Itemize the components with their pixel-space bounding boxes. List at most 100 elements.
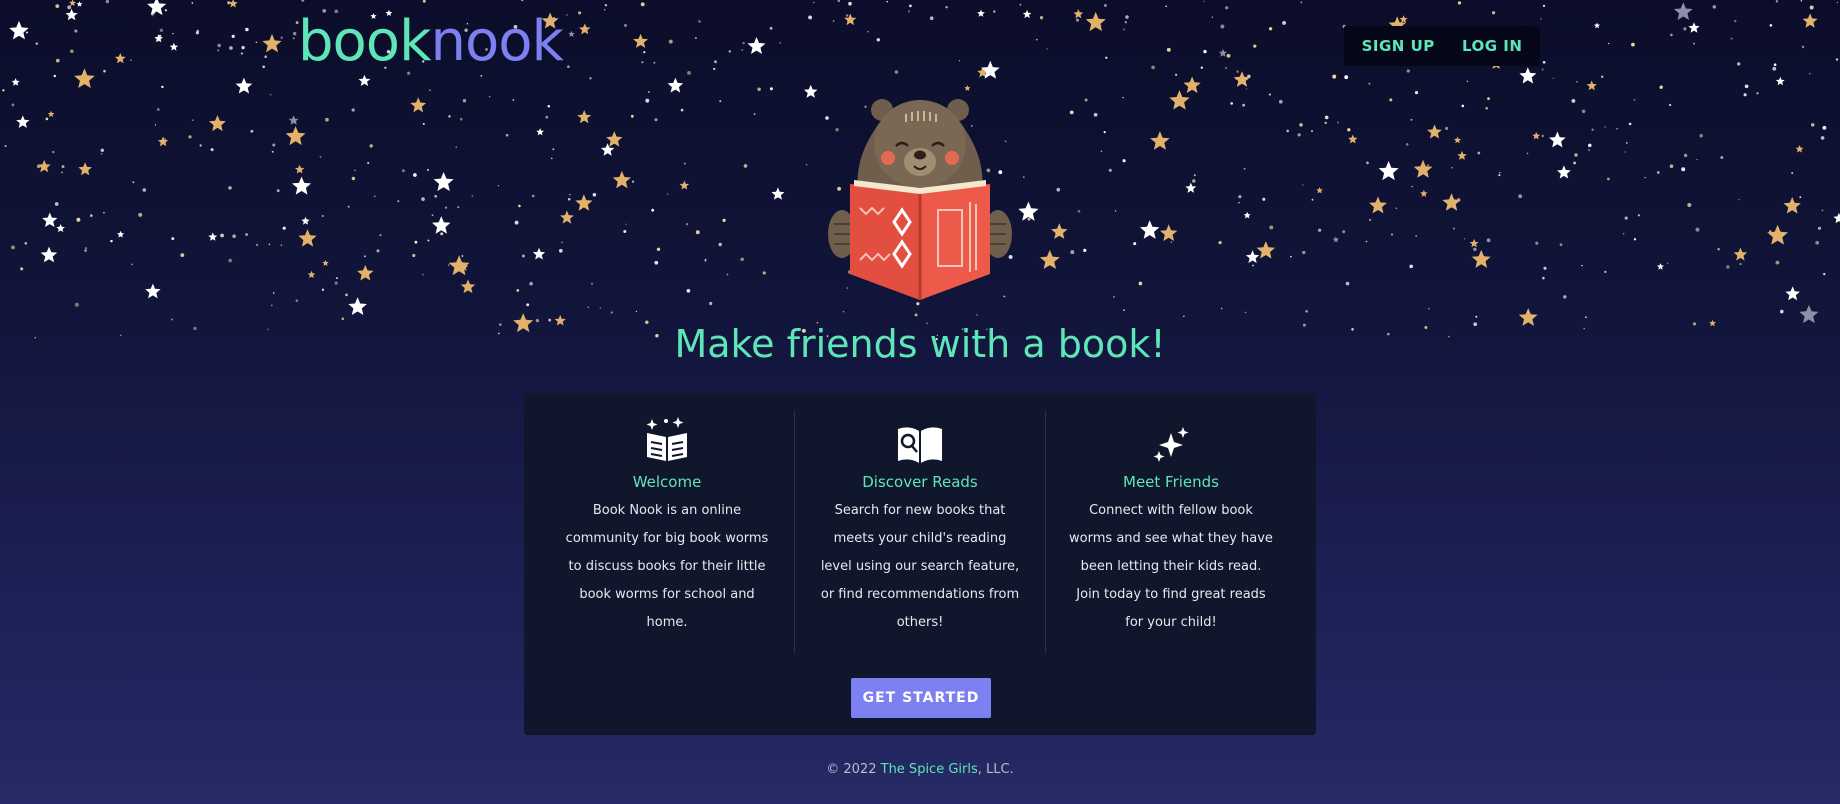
get-started-button[interactable]: GET STARTED — [851, 678, 991, 718]
star-decoration — [612, 170, 631, 189]
star-dot — [220, 233, 224, 238]
star-dot — [1083, 248, 1087, 252]
star-dot — [1268, 27, 1273, 31]
star-dot — [1193, 174, 1196, 177]
footer-brand-link[interactable]: The Spice Girls — [881, 762, 978, 777]
star-decoration — [298, 229, 317, 247]
star-dot — [210, 148, 214, 152]
star-decoration — [1733, 247, 1748, 261]
star-dot — [1822, 125, 1827, 130]
star-dot — [1624, 216, 1628, 220]
star-dot — [805, 163, 808, 166]
star-decoration — [1243, 211, 1251, 219]
star-decoration — [771, 187, 785, 200]
star-dot — [1820, 136, 1825, 140]
star-dot — [685, 223, 689, 226]
star-dot — [89, 214, 93, 217]
star-dot — [1235, 78, 1238, 80]
star-dot — [497, 185, 499, 187]
star-decoration — [47, 110, 55, 117]
star-dot — [680, 108, 684, 112]
star-dot — [245, 233, 249, 236]
star-dot — [321, 214, 324, 218]
star-decoration — [357, 265, 374, 281]
star-dot — [1616, 128, 1618, 130]
star-decoration — [1183, 76, 1201, 93]
feature-welcome: Welcome Book Nook is an online community… — [542, 411, 792, 647]
star-dot — [196, 29, 200, 33]
star-decoration — [448, 255, 470, 276]
star-decoration — [262, 34, 282, 53]
star-dot — [217, 49, 220, 52]
star-dot — [945, 6, 948, 9]
star-dot — [1835, 58, 1839, 61]
star-decoration — [358, 74, 371, 86]
star-dot — [1133, 242, 1137, 246]
star-dot — [1628, 122, 1632, 126]
star-dot — [587, 306, 590, 309]
star-decoration — [169, 42, 179, 51]
feature-meet-friends: Meet Friends Connect with fellow book wo… — [1046, 411, 1296, 647]
star-dot — [1540, 18, 1542, 20]
star-dot — [1390, 233, 1394, 236]
star-decoration — [157, 136, 169, 147]
booknook-logo[interactable]: booknook — [298, 14, 564, 70]
star-dot — [130, 59, 132, 62]
star-dot — [55, 58, 60, 63]
star-dot — [231, 34, 235, 39]
star-dot — [1625, 141, 1628, 144]
star-decoration — [1073, 9, 1084, 19]
star-decoration — [1369, 196, 1387, 214]
star-dot — [1183, 315, 1185, 318]
log-in-link[interactable]: LOG IN — [1462, 37, 1522, 55]
star-dot — [1368, 218, 1372, 222]
star-decoration — [1332, 236, 1339, 243]
star-dot — [1574, 153, 1578, 157]
star-dot — [24, 242, 28, 245]
star-dot — [11, 245, 15, 250]
star-decoration — [1420, 189, 1428, 197]
star-decoration — [977, 9, 985, 17]
logo-nook-text: nook — [430, 9, 564, 74]
star-dot — [1773, 63, 1777, 67]
star-dot — [1113, 296, 1115, 298]
star-decoration — [228, 0, 238, 8]
star-dot — [369, 144, 373, 148]
star-dot — [1452, 227, 1455, 230]
star-dot — [1244, 311, 1247, 314]
star-dot — [1563, 295, 1567, 299]
star-dot — [262, 65, 266, 69]
star-dot — [1445, 126, 1449, 130]
star-dot — [301, 0, 305, 2]
star-dot — [578, 11, 582, 15]
star-dot — [105, 0, 110, 4]
star-dot — [228, 46, 233, 50]
star-dot — [334, 281, 338, 285]
star-dot — [775, 196, 778, 199]
star-dot — [666, 193, 669, 196]
feature-description: Book Nook is an online community for big… — [565, 503, 769, 630]
star-dot — [1342, 230, 1346, 234]
star-dot — [1670, 33, 1673, 37]
star-dot — [1769, 230, 1772, 233]
star-dot — [604, 3, 608, 7]
star-dot — [757, 87, 761, 91]
star-decoration — [16, 115, 30, 128]
sign-up-link[interactable]: SIGN UP — [1362, 37, 1435, 55]
star-dot — [1238, 195, 1242, 199]
star-dot — [85, 247, 87, 250]
star-decoration — [1775, 76, 1785, 86]
star-dot — [635, 310, 638, 313]
star-dot — [412, 253, 416, 258]
star-dot — [740, 257, 744, 262]
star-dot — [1192, 179, 1196, 183]
star-dot — [1466, 80, 1469, 83]
star-dot — [164, 138, 167, 140]
star-dot — [1093, 112, 1098, 117]
star-dot — [848, 1, 852, 6]
star-dot — [347, 205, 350, 208]
star-dot — [728, 50, 731, 53]
star-dot — [741, 49, 744, 51]
star-dot — [45, 117, 49, 121]
star-dot — [625, 223, 627, 225]
